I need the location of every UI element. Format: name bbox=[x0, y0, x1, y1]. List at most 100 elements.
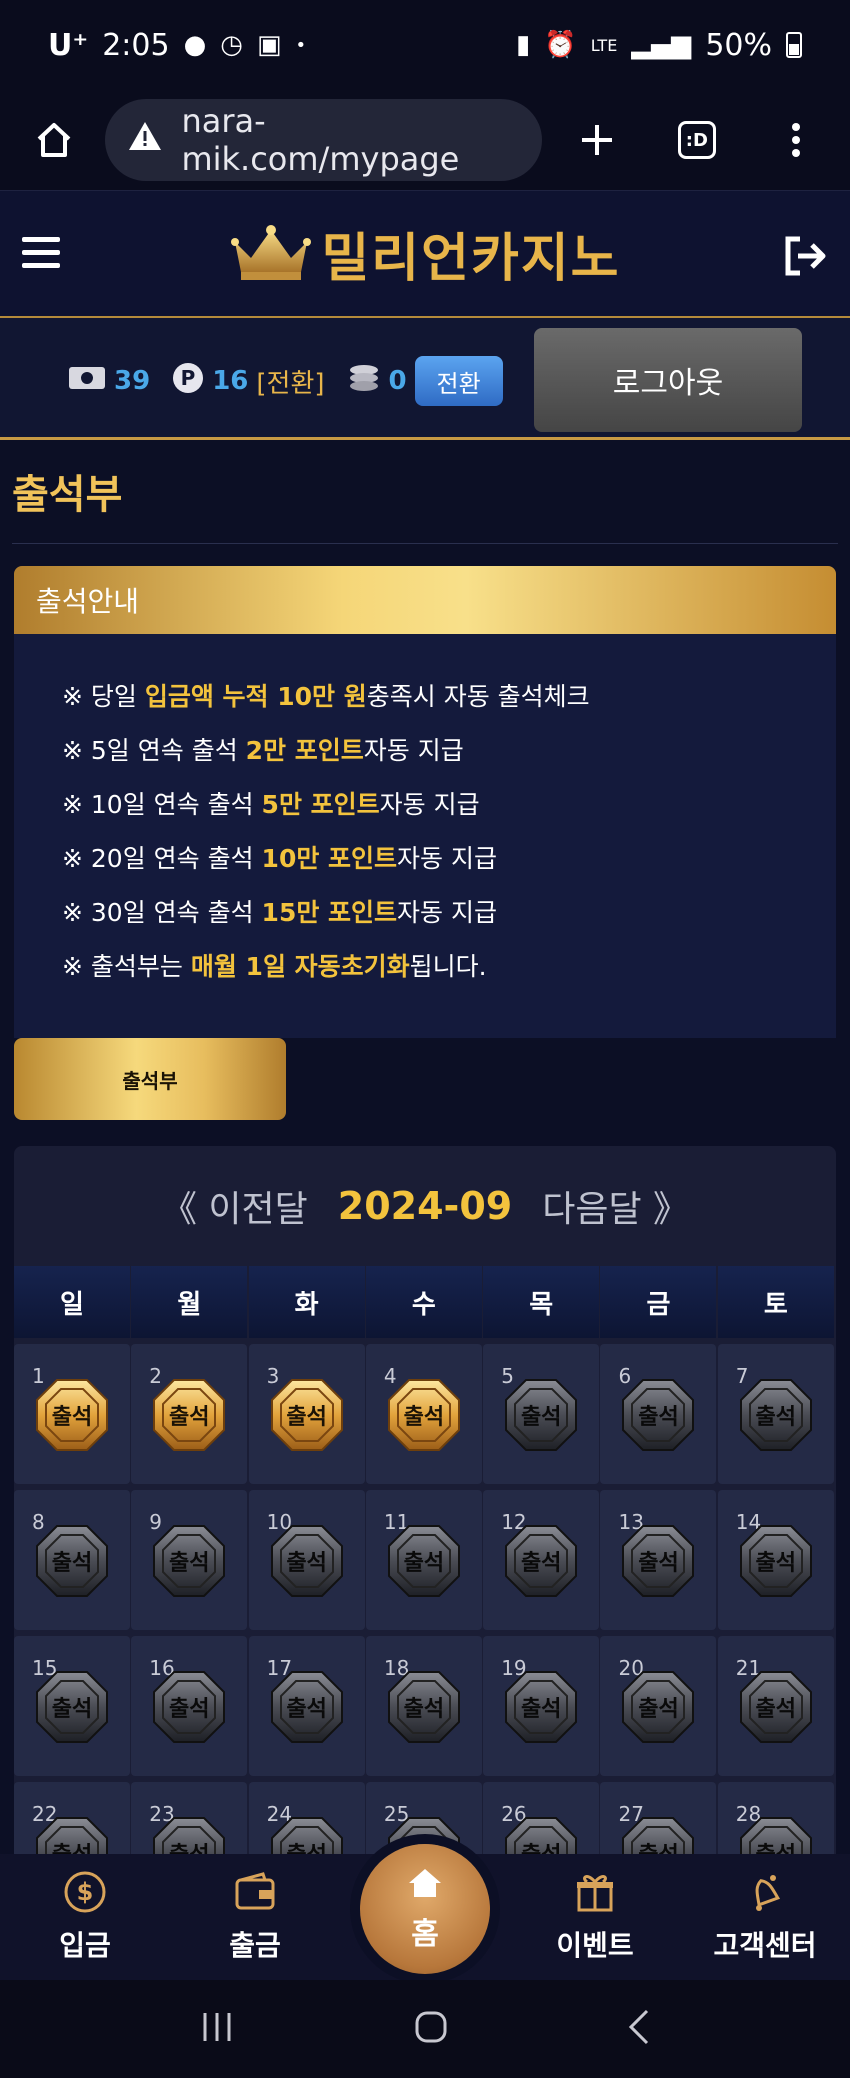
calendar-header: 《 이전달 2024-09 다음달 》 bbox=[14, 1146, 836, 1266]
calendar-day-cell: 1 출석 bbox=[14, 1344, 130, 1484]
dot-icon: • bbox=[295, 34, 307, 56]
notice-body: ※ 당일 입금액 누적 10만 원충족시 자동 출석체크 ※ 5일 연속 출석 … bbox=[14, 634, 836, 1038]
points-convert-link[interactable]: [전환] bbox=[256, 363, 324, 400]
badge-label: 출석 bbox=[638, 1405, 679, 1430]
badge-label: 출석 bbox=[169, 1697, 210, 1722]
attendance-badge-unchecked: 출석 bbox=[620, 1669, 696, 1745]
calendar-day-cell: 16 출석 bbox=[131, 1636, 248, 1776]
calendar-day-cell: 2 출석 bbox=[131, 1344, 248, 1484]
address-bar[interactable]: nara-mik.com/mypage bbox=[105, 99, 542, 181]
site-header: 밀리언카지노 bbox=[0, 190, 850, 318]
badge-label: 출석 bbox=[169, 1551, 210, 1576]
attendance-badge-unchecked: 출석 bbox=[269, 1669, 345, 1745]
calendar-day-cell: 12 출석 bbox=[483, 1490, 600, 1630]
badge-label: 출석 bbox=[755, 1551, 797, 1576]
attendance-badge-unchecked: 출석 bbox=[386, 1523, 462, 1599]
calendar-day-cell: 13 출석 bbox=[600, 1490, 717, 1630]
system-home-icon[interactable] bbox=[413, 2009, 449, 2049]
attendance-badge-unchecked: 출석 bbox=[503, 1377, 579, 1453]
calendar-day-cell: 17 출석 bbox=[248, 1636, 365, 1776]
attendance-badge-unchecked: 출석 bbox=[151, 1669, 227, 1745]
attendance-calendar: 《 이전달 2024-09 다음달 》 일 월 화 수 목 금 토 1 출석 2 출석… bbox=[14, 1146, 836, 1856]
attendance-badge-checked: 출석 bbox=[151, 1377, 227, 1453]
current-month: 2024-09 bbox=[337, 1184, 513, 1228]
attendance-badge-unchecked: 출석 bbox=[34, 1523, 110, 1599]
attendance-badge-unchecked: 출석 bbox=[386, 1669, 462, 1745]
attendance-badge-unchecked: 출석 bbox=[34, 1815, 110, 1856]
nav-support[interactable]: 고객센터 bbox=[680, 1854, 850, 1980]
nav-withdraw[interactable]: 출금 bbox=[170, 1854, 340, 1980]
site-logo[interactable]: 밀리언카지노 bbox=[229, 216, 620, 291]
badge-label: 출석 bbox=[755, 1697, 797, 1722]
system-nav-bar bbox=[0, 1980, 850, 2078]
attendance-tab[interactable]: 출석부 bbox=[14, 1038, 286, 1120]
new-tab-icon[interactable] bbox=[568, 110, 627, 170]
calendar-day-cell: 18 출석 bbox=[365, 1636, 482, 1776]
attendance-badge-unchecked: 출석 bbox=[738, 1377, 814, 1453]
home-label: 홈 bbox=[411, 1917, 439, 1952]
calendar-day-cell: 10 출석 bbox=[248, 1490, 365, 1630]
warning-icon bbox=[127, 120, 163, 160]
carrier-label: U⁺ bbox=[48, 27, 89, 63]
badge-label: 출석 bbox=[286, 1697, 327, 1722]
weekday-label: 토 bbox=[717, 1266, 834, 1338]
attendance-badge-checked: 출석 bbox=[269, 1377, 345, 1453]
weekday-label: 금 bbox=[600, 1266, 717, 1338]
attendance-badge-checked: 출석 bbox=[386, 1377, 462, 1453]
gift-icon bbox=[573, 1870, 617, 1914]
badge-label: 출석 bbox=[403, 1405, 445, 1430]
calendar-day-cell: 21 출석 bbox=[717, 1636, 834, 1776]
points-stat: P 16 [전환] bbox=[172, 362, 325, 401]
dollar-coin-icon: $ bbox=[63, 1870, 107, 1914]
recent-apps-icon[interactable] bbox=[199, 2011, 235, 2047]
nav-event[interactable]: 이벤트 bbox=[510, 1854, 680, 1980]
badge-label: 출석 bbox=[520, 1697, 562, 1722]
badge-label: 출석 bbox=[51, 1697, 93, 1722]
badge-label: 출석 bbox=[286, 1405, 327, 1430]
crown-icon bbox=[229, 222, 313, 286]
logout-button[interactable]: 로그아웃 bbox=[534, 328, 802, 432]
nav-deposit[interactable]: $ 입금 bbox=[0, 1854, 170, 1980]
attendance-badge-unchecked: 출석 bbox=[738, 1815, 814, 1856]
house-icon bbox=[405, 1865, 445, 1907]
nav-deposit-label: 입금 bbox=[59, 1929, 111, 1962]
svg-text:P: P bbox=[181, 366, 196, 390]
home-button[interactable]: 홈 bbox=[360, 1844, 490, 1974]
more-menu-icon[interactable] bbox=[767, 110, 826, 170]
bell-icon bbox=[743, 1870, 787, 1914]
chat-icon: ● bbox=[183, 30, 207, 60]
calendar-day-cell: 3 출석 bbox=[248, 1344, 365, 1484]
cash-stat: 39 bbox=[68, 364, 150, 399]
badge-label: 출석 bbox=[403, 1551, 445, 1576]
next-month-link[interactable]: 다음달 》 bbox=[542, 1180, 689, 1232]
day-grid: 1 출석 2 출석 3 출석 4 출석 5 출석 6 출석 7 출석 8 출석 9 출석 10 출석 11 출석 12 출석 1… bbox=[14, 1338, 836, 1856]
convert-button[interactable]: 전환 bbox=[414, 356, 503, 406]
nav-event-label: 이벤트 bbox=[556, 1929, 634, 1962]
badge-label: 출석 bbox=[638, 1697, 679, 1722]
points-value: 16 bbox=[212, 366, 249, 396]
badge-label: 출석 bbox=[169, 1405, 210, 1430]
clock: 2:05 bbox=[102, 27, 170, 63]
attendance-badge-unchecked: 출석 bbox=[620, 1377, 696, 1453]
badge-label: 출석 bbox=[755, 1405, 797, 1430]
wallet-icon bbox=[233, 1870, 277, 1914]
attendance-badge-unchecked: 출석 bbox=[151, 1815, 227, 1856]
weekday-label: 수 bbox=[365, 1266, 482, 1338]
cash-icon bbox=[68, 364, 106, 399]
logo-text: 밀리언카지노 bbox=[321, 229, 621, 289]
back-icon[interactable] bbox=[627, 2009, 651, 2049]
calendar-day-cell: 28 출석 bbox=[717, 1782, 834, 1856]
page-title: 출석부 bbox=[12, 472, 123, 518]
weekday-label: 월 bbox=[131, 1266, 248, 1338]
tab-switcher-button[interactable]: :D bbox=[667, 110, 726, 170]
logout-icon[interactable] bbox=[780, 231, 830, 281]
home-icon[interactable] bbox=[24, 110, 83, 170]
coins-icon bbox=[347, 362, 381, 401]
user-info-bar: 39 P 16 [전환] 0 전환 로그아웃 bbox=[0, 318, 850, 440]
nav-withdraw-label: 출금 bbox=[229, 1929, 281, 1962]
prev-month-link[interactable]: 《 이전달 bbox=[161, 1180, 308, 1232]
menu-icon[interactable] bbox=[22, 237, 60, 276]
svg-text:$: $ bbox=[77, 1878, 94, 1906]
attendance-badge-unchecked: 출석 bbox=[503, 1669, 579, 1745]
clock-app-icon: ◷ bbox=[220, 30, 243, 60]
